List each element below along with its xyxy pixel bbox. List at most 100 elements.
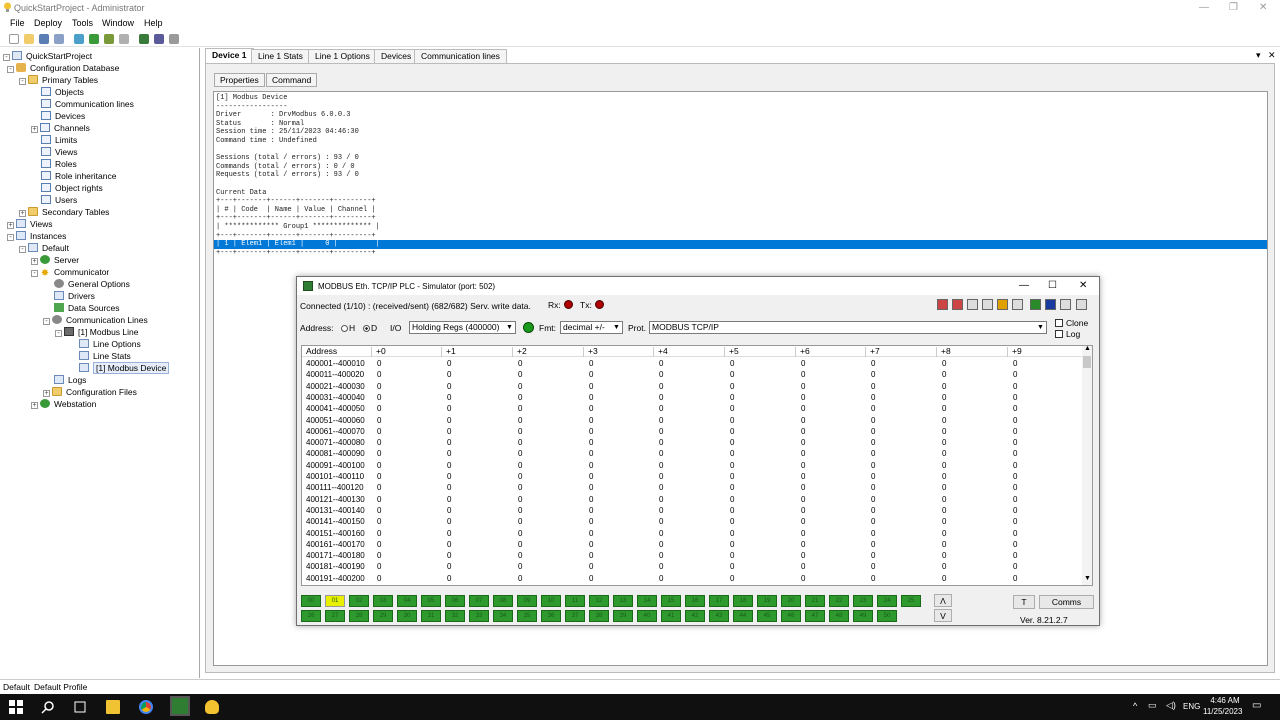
register-value[interactable]: 0: [871, 471, 875, 482]
register-value[interactable]: 0: [942, 539, 946, 550]
register-value[interactable]: 0: [659, 460, 663, 471]
register-value[interactable]: 0: [730, 403, 734, 414]
register-value[interactable]: 0: [589, 448, 593, 459]
register-row[interactable]: 400091--400100 0 0 0 0 0 0 0 0 0 0: [302, 460, 1084, 471]
register-value[interactable]: 0: [1013, 471, 1017, 482]
register-value[interactable]: 0: [447, 516, 451, 527]
register-value[interactable]: 0: [377, 369, 381, 380]
register-value[interactable]: 0: [730, 460, 734, 471]
vertical-scrollbar[interactable]: ▲ ▼: [1082, 346, 1092, 585]
tree-node[interactable]: + Configuration Files: [43, 386, 137, 398]
register-value[interactable]: 0: [377, 539, 381, 550]
register-value[interactable]: 0: [942, 494, 946, 505]
station-button[interactable]: 29: [373, 610, 393, 622]
register-value[interactable]: 0: [518, 573, 522, 584]
register-value[interactable]: 0: [730, 369, 734, 380]
minimize-icon[interactable]: —: [1019, 280, 1029, 291]
station-button[interactable]: 15: [661, 595, 681, 607]
register-value[interactable]: 0: [1013, 426, 1017, 437]
register-value[interactable]: 0: [871, 561, 875, 572]
register-value[interactable]: 0: [518, 392, 522, 403]
register-value[interactable]: 0: [447, 415, 451, 426]
tab-line-1-stats[interactable]: Line 1 Stats: [251, 49, 310, 63]
register-row[interactable]: 400061--400070 0 0 0 0 0 0 0 0 0 0: [302, 426, 1084, 437]
tree-node[interactable]: Line Options: [79, 338, 141, 350]
register-value[interactable]: 0: [589, 539, 593, 550]
register-value[interactable]: 0: [942, 358, 946, 369]
register-value[interactable]: 0: [1013, 448, 1017, 459]
register-value[interactable]: 0: [1013, 561, 1017, 572]
register-value[interactable]: 0: [871, 403, 875, 414]
station-button[interactable]: 30: [397, 610, 417, 622]
menu-window[interactable]: Window: [102, 18, 134, 28]
register-value[interactable]: 0: [659, 494, 663, 505]
display-icon[interactable]: [1030, 299, 1041, 310]
register-value[interactable]: 0: [447, 505, 451, 516]
register-value[interactable]: 0: [659, 550, 663, 561]
station-button[interactable]: 18: [733, 595, 753, 607]
register-value[interactable]: 0: [942, 381, 946, 392]
register-value[interactable]: 0: [518, 358, 522, 369]
tree-node-selected[interactable]: [1] Modbus Device: [79, 362, 170, 374]
register-value[interactable]: 0: [659, 403, 663, 414]
tab-communication-lines[interactable]: Communication lines: [414, 49, 507, 63]
register-value[interactable]: 0: [871, 437, 875, 448]
register-value[interactable]: 0: [942, 460, 946, 471]
tree-node[interactable]: - Default: [19, 242, 69, 254]
register-value[interactable]: 0: [942, 426, 946, 437]
maximize-icon[interactable]: ☐: [1048, 280, 1057, 291]
save-all-icon[interactable]: [54, 34, 64, 44]
file-explorer-icon[interactable]: [106, 700, 120, 714]
register-value[interactable]: 0: [518, 561, 522, 572]
register-value[interactable]: 0: [942, 528, 946, 539]
register-value[interactable]: 0: [447, 358, 451, 369]
register-row[interactable]: 400171--400180 0 0 0 0 0 0 0 0 0 0: [302, 550, 1084, 561]
station-button[interactable]: 41: [661, 610, 681, 622]
tree-node[interactable]: Object rights: [41, 182, 103, 194]
register-value[interactable]: 0: [730, 550, 734, 561]
register-value[interactable]: 0: [801, 392, 805, 403]
register-value[interactable]: 0: [871, 358, 875, 369]
register-value[interactable]: 0: [377, 528, 381, 539]
register-value[interactable]: 0: [447, 460, 451, 471]
station-button[interactable]: 39: [613, 610, 633, 622]
print-icon[interactable]: [1012, 299, 1023, 310]
station-button[interactable]: 47: [805, 610, 825, 622]
register-value[interactable]: 0: [377, 403, 381, 414]
register-value[interactable]: 0: [518, 460, 522, 471]
windows-start-icon[interactable]: [9, 700, 23, 714]
register-value[interactable]: 0: [1013, 494, 1017, 505]
register-value[interactable]: 0: [518, 550, 522, 561]
register-value[interactable]: 0: [942, 573, 946, 584]
screen-icon[interactable]: [1045, 299, 1056, 310]
register-value[interactable]: 0: [942, 415, 946, 426]
plc-simulator-icon[interactable]: [170, 696, 190, 716]
register-value[interactable]: 0: [447, 482, 451, 493]
register-value[interactable]: 0: [447, 494, 451, 505]
copy-icon[interactable]: [89, 34, 99, 44]
station-button[interactable]: 23: [853, 595, 873, 607]
station-button[interactable]: 40: [637, 610, 657, 622]
register-value[interactable]: 0: [801, 369, 805, 380]
tree-node[interactable]: Communication lines: [41, 98, 134, 110]
menu-help[interactable]: Help: [144, 18, 163, 28]
register-value[interactable]: 0: [589, 528, 593, 539]
register-value[interactable]: 0: [942, 561, 946, 572]
register-value[interactable]: 0: [1013, 505, 1017, 516]
column-header[interactable]: +9: [1007, 347, 1022, 357]
register-value[interactable]: 0: [659, 392, 663, 403]
tree-node[interactable]: + Webstation: [31, 398, 96, 410]
register-value[interactable]: 0: [801, 426, 805, 437]
tree-node[interactable]: - QuickStartProject: [3, 50, 92, 62]
station-button[interactable]: 31: [421, 610, 441, 622]
tab-line-1-options[interactable]: Line 1 Options: [308, 49, 377, 63]
tree-node[interactable]: - [1] Modbus Line: [55, 326, 138, 338]
register-value[interactable]: 0: [730, 471, 734, 482]
register-value[interactable]: 0: [518, 528, 522, 539]
tree-node[interactable]: - Communication Lines: [43, 314, 148, 326]
register-value[interactable]: 0: [447, 369, 451, 380]
register-value[interactable]: 0: [801, 573, 805, 584]
station-button[interactable]: 48: [829, 610, 849, 622]
register-row[interactable]: 400141--400150 0 0 0 0 0 0 0 0 0 0: [302, 516, 1084, 527]
register-value[interactable]: 0: [518, 448, 522, 459]
